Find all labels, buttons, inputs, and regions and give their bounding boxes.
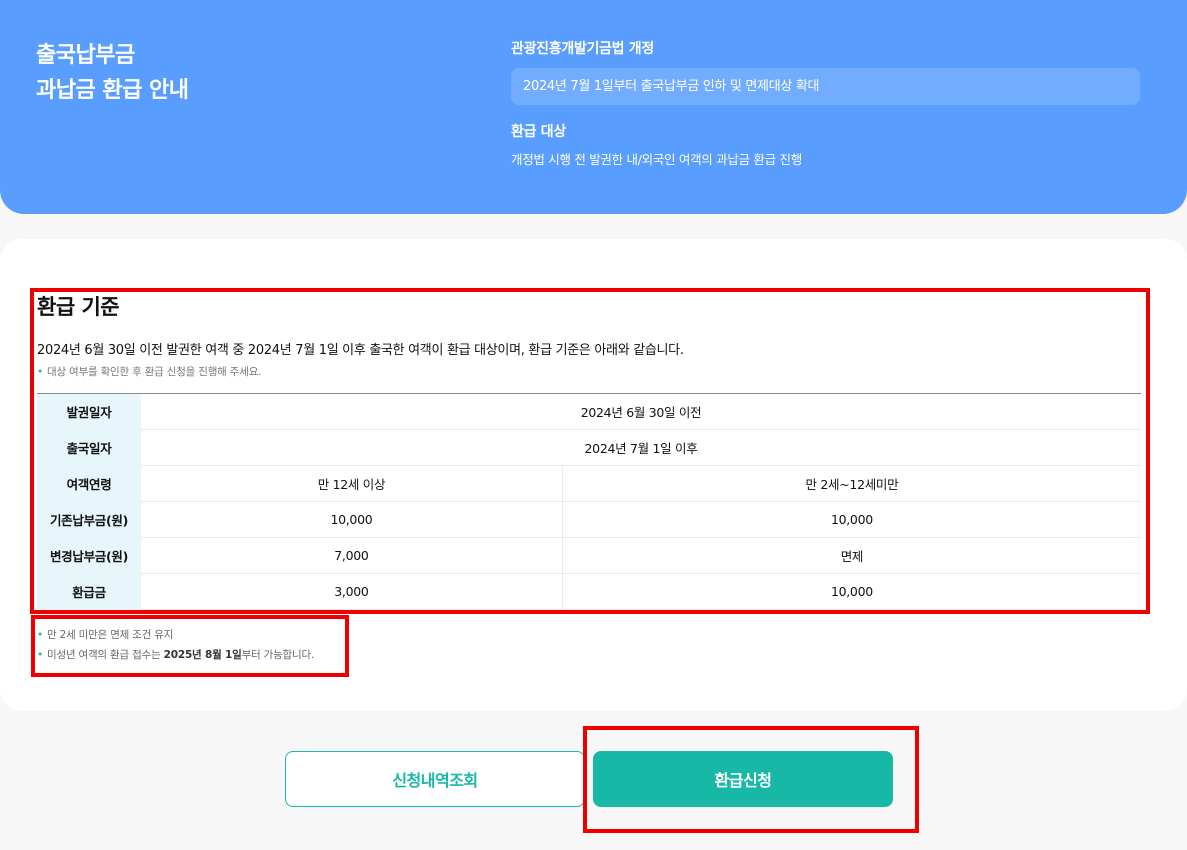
target-title: 환급 대상	[511, 124, 566, 140]
table-row: 출국일자 2024년 7월 1일 이후	[37, 429, 1141, 466]
law-title: 관광진흥개발기금법 개정	[511, 41, 654, 57]
footnote-text-prefix: 미성년 여객의 환급 접수는	[47, 649, 164, 661]
cell-issue-date: 2024년 6월 30일 이전	[141, 393, 1141, 430]
table-row: 기존납부금(원) 10,000 10,000	[37, 501, 1141, 538]
cell-new-fee-child: 면제	[561, 537, 1141, 574]
hero-title-line2: 과납금 환급 안내	[36, 78, 189, 103]
cell-old-fee-child: 10,000	[561, 501, 1141, 538]
hero-title: 출국납부금 과납금 환급 안내	[36, 38, 189, 108]
row-header-new-fee: 변경납부금(원)	[37, 537, 141, 574]
row-header-departure-date: 출국일자	[37, 429, 141, 466]
target-description: 개정법 시행 전 발권한 내/외국인 여객의 과납금 환급 진행	[511, 152, 802, 167]
hero-title-line1: 출국납부금	[36, 43, 135, 68]
criteria-description: 2024년 6월 30일 이전 발권한 여객 중 2024년 7월 1일 이후 …	[37, 343, 684, 358]
table-row: 발권일자 2024년 6월 30일 이전	[37, 393, 1141, 430]
footnote-item: • 미성년 여객의 환급 접수는 2025년 8월 1일부터 가능합니다.	[37, 645, 314, 665]
history-lookup-button[interactable]: 신청내역조회	[285, 751, 585, 807]
footnote-text: 만 2세 미만은 면제 조건 유지	[47, 629, 174, 641]
bullet-icon: •	[37, 649, 43, 661]
refund-apply-button[interactable]: 환급신청	[593, 751, 893, 807]
cell-age-child: 만 2세~12세미만	[561, 465, 1141, 502]
footnote-item: • 만 2세 미만은 면제 조건 유지	[37, 625, 314, 645]
criteria-title: 환급 기준	[37, 295, 120, 319]
refund-criteria-table: 발권일자 2024년 6월 30일 이전 출국일자 2024년 7월 1일 이후…	[37, 393, 1141, 610]
row-header-issue-date: 발권일자	[37, 393, 141, 430]
cell-departure-date: 2024년 7월 1일 이후	[141, 429, 1141, 466]
table-row: 환급금 3,000 10,000	[37, 573, 1141, 610]
bullet-icon: •	[37, 629, 43, 641]
table-row: 여객연령 만 12세 이상 만 2세~12세미만	[37, 465, 1141, 502]
footnote-text-suffix: 부터 가능합니다.	[241, 649, 315, 661]
criteria-note-text: 대상 여부를 확인한 후 환급 신청을 진행해 주세요.	[47, 366, 262, 378]
law-description: 2024년 7월 1일부터 출국납부금 인하 및 면제대상 확대	[511, 68, 1140, 105]
row-header-old-fee: 기존납부금(원)	[37, 501, 141, 538]
row-header-age: 여객연령	[37, 465, 141, 502]
footnote-date: 2025년 8월 1일	[163, 649, 242, 661]
bullet-icon: •	[37, 366, 43, 378]
cell-refund-child: 10,000	[561, 573, 1141, 610]
table-row: 변경납부금(원) 7,000 면제	[37, 537, 1141, 574]
cell-new-fee-adult: 7,000	[141, 537, 563, 574]
cell-refund-adult: 3,000	[141, 573, 563, 610]
hero-banner: 출국납부금 과납금 환급 안내 관광진흥개발기금법 개정 2024년 7월 1일…	[0, 0, 1187, 214]
cell-age-adult: 만 12세 이상	[141, 465, 563, 502]
footnotes: • 만 2세 미만은 면제 조건 유지 • 미성년 여객의 환급 접수는 2025년…	[37, 625, 314, 665]
row-header-refund: 환급금	[37, 573, 141, 610]
cell-old-fee-adult: 10,000	[141, 501, 563, 538]
criteria-note: • 대상 여부를 확인한 후 환급 신청을 진행해 주세요.	[37, 364, 262, 379]
